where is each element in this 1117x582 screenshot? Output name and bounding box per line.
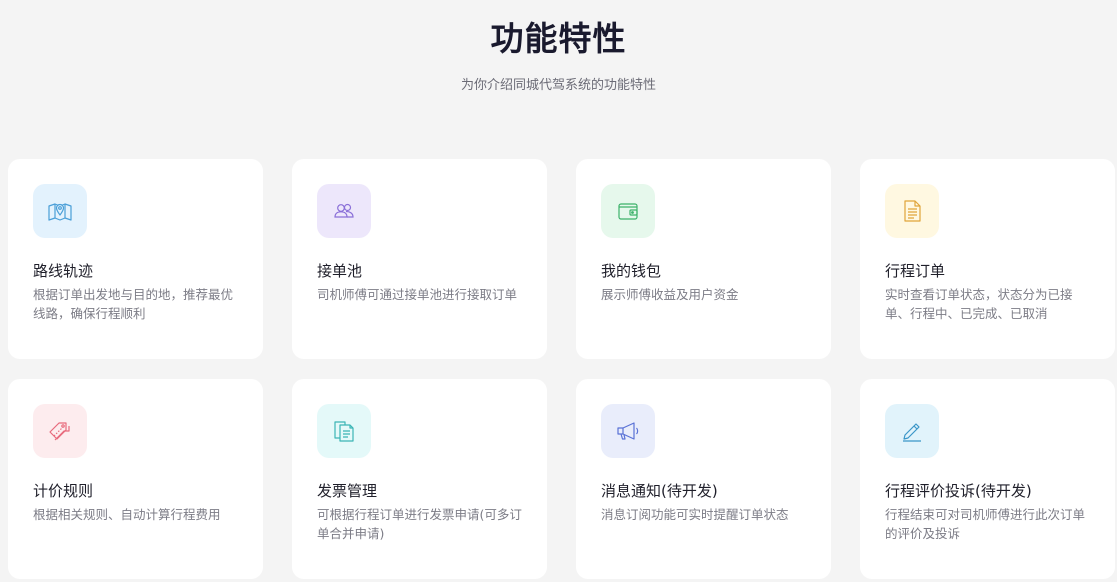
feature-description: 消息订阅功能可实时提醒订单状态 (601, 507, 789, 522)
feature-card-trip-orders: 行程订单 实时查看订单状态，状态分为已接单、行程中、已完成、已取消 (860, 159, 1115, 359)
feature-title: 行程评价投诉(待开发) (885, 482, 1032, 500)
feature-card-message-notification: 消息通知(待开发) 消息订阅功能可实时提醒订单状态 (576, 379, 831, 579)
feature-grid: 路线轨迹 根据订单出发地与目的地，推荐最优线路，确保行程顺利 接单池 司机师傅可… (8, 159, 1115, 579)
feature-description: 根据相关规则、自动计算行程费用 (33, 507, 221, 522)
page-title: 功能特性 (490, 19, 627, 58)
feature-title: 发票管理 (317, 482, 378, 500)
feature-description: 展示师傅收益及用户资金 (601, 287, 739, 302)
feature-card-route-track: 路线轨迹 根据订单出发地与目的地，推荐最优线路，确保行程顺利 (8, 159, 263, 359)
feature-description: 可根据行程订单进行发票申请(可多订单合并申请) (317, 507, 522, 541)
price-tag-icon (33, 404, 87, 458)
megaphone-icon (601, 404, 655, 458)
feature-title: 计价规则 (33, 482, 94, 500)
page-subtitle: 为你介绍同城代驾系统的功能特性 (460, 78, 656, 93)
map-pin-icon (33, 184, 87, 238)
feature-description: 根据订单出发地与目的地，推荐最优线路，确保行程顺利 (33, 287, 234, 321)
feature-title: 我的钱包 (601, 262, 662, 280)
feature-card-order-pool: 接单池 司机师傅可通过接单池进行接取订单 (292, 159, 547, 359)
pencil-icon (885, 404, 939, 458)
feature-card-pricing-rules: 计价规则 根据相关规则、自动计算行程费用 (8, 379, 263, 579)
feature-title: 接单池 (317, 262, 363, 280)
feature-description: 行程结束可对司机师傅进行此次订单的评价及投诉 (885, 507, 1086, 541)
feature-description: 司机师傅可通过接单池进行接取订单 (317, 287, 518, 302)
feature-title: 消息通知(待开发) (601, 482, 718, 500)
invoice-icon (317, 404, 371, 458)
feature-title: 行程订单 (885, 262, 946, 280)
document-icon (885, 184, 939, 238)
feature-card-invoice-management: 发票管理 可根据行程订单进行发票申请(可多订单合并申请) (292, 379, 547, 579)
wallet-icon (601, 184, 655, 238)
feature-title: 路线轨迹 (33, 262, 94, 280)
users-icon (317, 184, 371, 238)
feature-card-trip-review: 行程评价投诉(待开发) 行程结束可对司机师傅进行此次订单的评价及投诉 (860, 379, 1115, 579)
feature-description: 实时查看订单状态，状态分为已接单、行程中、已完成、已取消 (885, 287, 1073, 321)
feature-card-wallet: 我的钱包 展示师傅收益及用户资金 (576, 159, 831, 359)
